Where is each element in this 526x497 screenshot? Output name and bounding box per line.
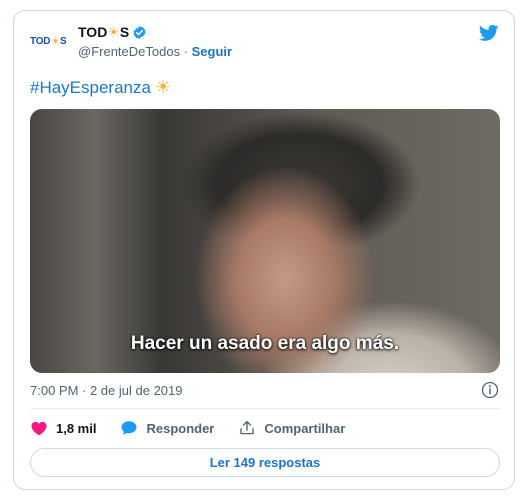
avatar-text-a: TOD bbox=[30, 35, 51, 47]
reply-button[interactable]: Responder bbox=[120, 419, 214, 437]
tweet-header: TOD ☀ S TOD ☀ S @FrenteDeTodos · Seguir bbox=[30, 21, 500, 61]
follow-button[interactable]: Seguir bbox=[192, 44, 232, 59]
hashtag-link[interactable]: #HayEsperanza bbox=[30, 78, 151, 98]
author-handle[interactable]: @FrenteDeTodos bbox=[78, 44, 180, 59]
verified-badge-icon bbox=[133, 25, 146, 39]
read-replies-button[interactable]: Ler 149 respostas bbox=[30, 448, 500, 477]
video-player[interactable]: Hacer un asado era algo más. bbox=[30, 109, 500, 373]
tweet-timestamp[interactable]: 7:00 PM · 2 de jul de 2019 bbox=[30, 383, 183, 398]
avatar[interactable]: TOD ☀ S bbox=[30, 31, 74, 51]
divider bbox=[30, 408, 500, 409]
separator: · bbox=[180, 44, 192, 59]
sun-icon: ☀ bbox=[154, 77, 172, 97]
sun-icon: ☀ bbox=[107, 23, 120, 40]
info-icon[interactable] bbox=[480, 380, 500, 400]
like-count: 1,8 mil bbox=[56, 420, 97, 436]
tweet-text: #HayEsperanza ☀ bbox=[30, 77, 171, 98]
avatar-text-b: S bbox=[60, 35, 67, 47]
video-subtitle: Hacer un asado era algo más. bbox=[130, 333, 400, 354]
author-names: TOD ☀ S @FrenteDeTodos · Seguir bbox=[78, 23, 232, 60]
share-label: Compartilhar bbox=[264, 420, 346, 436]
action-bar: 1,8 mil Responder Compartilhar bbox=[30, 417, 500, 439]
speech-bubble-icon bbox=[121, 421, 137, 435]
display-name-a: TOD bbox=[78, 24, 108, 40]
display-name[interactable]: TOD ☀ S bbox=[78, 23, 232, 41]
display-name-b: S bbox=[119, 24, 130, 40]
share-button[interactable]: Compartilhar bbox=[238, 419, 345, 437]
handle-row: @FrenteDeTodos · Seguir bbox=[78, 44, 232, 59]
heart-icon bbox=[31, 421, 47, 436]
tweet-card: TOD ☀ S TOD ☀ S @FrenteDeTodos · Seguir … bbox=[13, 10, 515, 490]
reply-label: Responder bbox=[146, 420, 215, 436]
sun-icon: ☀ bbox=[50, 35, 60, 48]
like-button[interactable]: 1,8 mil bbox=[30, 419, 96, 437]
twitter-bird-icon[interactable] bbox=[478, 23, 500, 43]
share-icon bbox=[240, 420, 255, 435]
